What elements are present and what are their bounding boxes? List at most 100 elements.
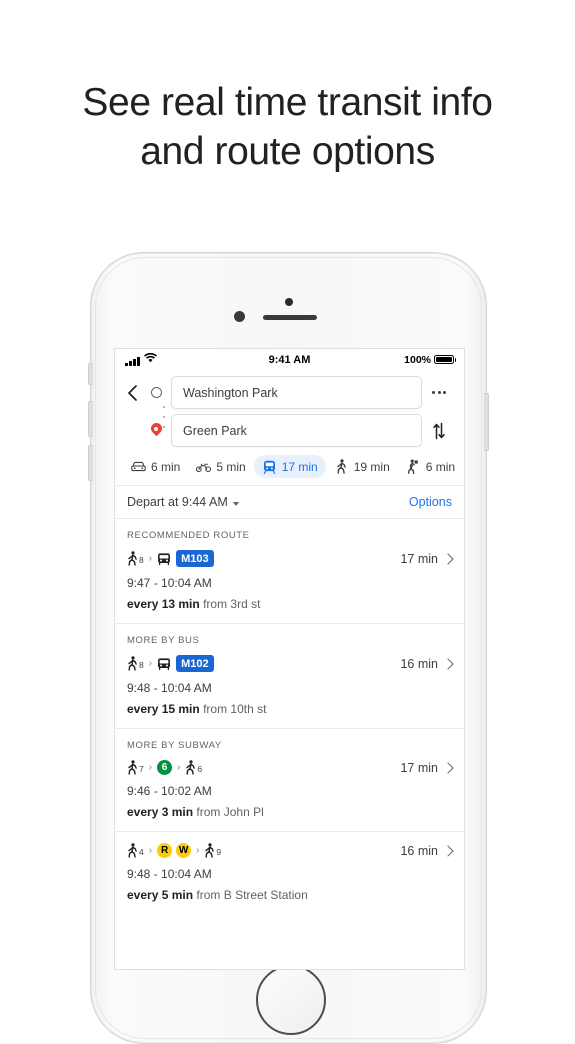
route-times: 9:48 - 10:04 AM: [127, 681, 212, 695]
motorcycle-icon: [196, 459, 212, 474]
leg-arrow-icon: ›: [196, 844, 200, 856]
route-departure-stop: from John Pl: [196, 805, 264, 819]
mode-tab-motorcycle[interactable]: 5 min: [188, 455, 253, 478]
subway-line-badge: R: [157, 843, 173, 858]
route-results-list: RECOMMENDED ROUTE 8 › M103 17 min 9:47 -…: [115, 519, 464, 914]
walk-leg-icon: 8: [127, 656, 144, 671]
status-bar: 9:41 AM 100%: [115, 349, 464, 370]
route-frequency: every 3 min from John Pl: [127, 805, 452, 819]
phone-mockup: 9:41 AM 100% Washington Park Green Park …: [88, 252, 489, 1044]
route-frequency-value: every 3 min: [127, 805, 194, 819]
leg-arrow-icon: ›: [148, 657, 153, 669]
route-times: 9:48 - 10:04 AM: [127, 867, 212, 881]
travel-mode-tabs: 6 min 5 min 17 min 19 min 6 min: [115, 451, 464, 485]
mode-tab-car-label: 6 min: [151, 459, 181, 474]
route-option[interactable]: MORE BY BUS 8 › M102 16 min 9:48 - 10:04…: [115, 624, 464, 728]
route-duration-label: 17 min: [400, 551, 438, 566]
destination-input[interactable]: Green Park: [171, 414, 422, 447]
power-button[interactable]: [484, 393, 489, 451]
page-title-line-2: and route options: [140, 130, 435, 173]
route-legs: 8 › M102: [127, 655, 214, 672]
walk-leg-minutes: 7: [139, 764, 144, 774]
chevron-right-icon[interactable]: [442, 552, 454, 565]
walk-leg-icon: 7: [127, 760, 144, 775]
walk-leg-minutes: 4: [139, 847, 144, 857]
route-legs: 7 › 6 › 6: [127, 760, 202, 775]
leg-arrow-icon: ›: [148, 552, 153, 564]
mode-tab-car[interactable]: 6 min: [123, 455, 188, 478]
route-duration-label: 16 min: [400, 656, 438, 671]
back-chevron-icon[interactable]: [123, 384, 141, 402]
route-summary-row: 8 › M102 16 min: [127, 655, 454, 672]
volume-up-button[interactable]: [88, 401, 93, 437]
route-summary-row: 7 › 6 › 6 17 min: [127, 760, 454, 775]
route-legs: 4 › R W › 9: [127, 843, 221, 858]
page-title: See real time transit info and route opt…: [0, 78, 575, 176]
route-duration: 16 min: [400, 656, 454, 671]
mode-tab-transit-label: 17 min: [281, 459, 318, 474]
route-option[interactable]: 4 › R W › 9 16 min 9:48 - 10:04 AM every…: [115, 832, 464, 914]
mode-tab-motorcycle-label: 5 min: [216, 459, 246, 474]
home-button[interactable]: [255, 965, 326, 1035]
route-summary-row: 8 › M103 17 min: [127, 550, 454, 567]
route-frequency: every 13 min from 3rd st: [127, 597, 452, 611]
route-search-panel: Washington Park Green Park: [115, 370, 464, 451]
depart-time-button[interactable]: Depart at 9:44 AM: [127, 495, 239, 509]
route-frequency-value: every 15 min: [127, 702, 200, 716]
mode-tab-rideshare[interactable]: 6 min: [398, 455, 463, 478]
walk-icon: [334, 459, 349, 474]
destination-input-value: Green Park: [183, 423, 247, 438]
route-frequency-value: every 5 min: [127, 888, 194, 902]
transit-line-badge: M103: [176, 550, 214, 567]
walk-leg-icon: 9: [204, 843, 221, 858]
mode-tab-walk-label: 19 min: [353, 459, 390, 474]
route-option[interactable]: RECOMMENDED ROUTE 8 › M103 17 min 9:47 -…: [115, 519, 464, 623]
route-legs: 8 › M103: [127, 550, 214, 567]
volume-down-button[interactable]: [88, 445, 93, 481]
route-connector-dots-icon: [163, 406, 165, 428]
walk-leg-icon: 8: [127, 551, 144, 566]
rideshare-icon: [406, 459, 421, 474]
walk-leg-minutes: 6: [197, 764, 203, 774]
walk-leg-icon: 6: [185, 760, 202, 775]
mode-tab-walk[interactable]: 19 min: [326, 455, 398, 478]
origin-circle-icon: [141, 387, 171, 398]
route-option[interactable]: MORE BY SUBWAY 7 › 6 › 6 17 min 9:46 - 1…: [115, 729, 464, 831]
car-icon: [131, 459, 146, 474]
options-button[interactable]: Options: [409, 495, 452, 509]
walk-leg-minutes: 8: [139, 660, 144, 670]
mode-tab-transit[interactable]: 17 min: [253, 455, 326, 478]
leg-arrow-icon: ›: [148, 761, 153, 773]
leg-arrow-icon: ›: [148, 844, 153, 856]
transit-line-badge: M102: [176, 655, 214, 672]
route-section-header: RECOMMENDED ROUTE: [127, 530, 250, 541]
route-departure-stop: from 10th st: [203, 702, 267, 716]
swap-arrows-icon[interactable]: [422, 422, 456, 440]
route-departure-stop: from 3rd st: [203, 597, 261, 611]
caret-down-icon: [232, 502, 239, 506]
front-camera-icon: [284, 298, 293, 306]
route-section-header: MORE BY BUS: [127, 635, 200, 646]
depart-bar: Depart at 9:44 AM Options: [115, 486, 464, 518]
walk-leg-minutes: 9: [216, 847, 222, 857]
mute-switch[interactable]: [88, 363, 93, 385]
origin-row: Washington Park: [115, 376, 464, 409]
bus-icon: [157, 657, 171, 671]
route-duration: 17 min: [400, 760, 454, 775]
destination-row: Green Park: [115, 414, 464, 447]
status-bar-clock: 9:41 AM: [268, 353, 311, 366]
route-times: 9:46 - 10:02 AM: [127, 784, 212, 798]
route-frequency-value: every 13 min: [127, 597, 200, 611]
route-frequency: every 5 min from B Street Station: [127, 888, 452, 902]
proximity-sensor-icon: [234, 311, 245, 322]
route-summary-row: 4 › R W › 9 16 min: [127, 843, 454, 858]
battery-full-icon: [434, 354, 456, 365]
route-times: 9:47 - 10:04 AM: [127, 576, 212, 590]
chevron-right-icon[interactable]: [442, 844, 454, 857]
more-options-icon[interactable]: [422, 391, 456, 394]
chevron-right-icon[interactable]: [442, 761, 454, 774]
chevron-right-icon[interactable]: [442, 657, 454, 670]
route-duration-label: 17 min: [400, 760, 438, 775]
origin-input[interactable]: Washington Park: [171, 376, 422, 409]
